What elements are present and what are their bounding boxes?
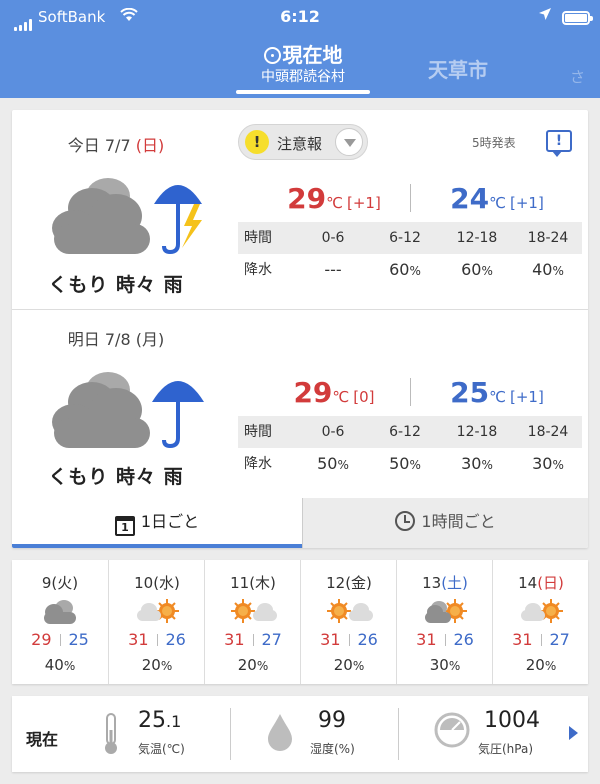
temp-separator — [410, 184, 411, 212]
current-pressure: 1004 気圧(hPa) — [430, 696, 560, 772]
current-location-title: 現在地 — [282, 43, 343, 67]
today-low-temp: 24℃ [+1] — [450, 182, 544, 215]
forecast-card: 今日 7/7 (日) ! 注意報 5時発表 ! くもり 時々 雨 29℃ [+1]… — [12, 110, 588, 548]
list-item[interactable]: 9(火) 29 25 40% — [12, 560, 108, 684]
tomorrow-date: 明日 7/8 (月) — [67, 330, 165, 349]
current-temperature: 25.1 気温(℃) — [96, 696, 228, 772]
advisory-dropdown[interactable]: ! 注意報 — [238, 124, 368, 160]
cloud-sun-icon — [137, 599, 179, 623]
advisory-label: 注意報 — [277, 135, 323, 153]
cloud-umbrella-icon — [52, 372, 204, 449]
current-conditions[interactable]: 現在 25.1 気温(℃) 99 湿度(%) 1004 気圧(hPa) — [12, 696, 588, 772]
tomorrow-high-temp: 29℃ [0] — [293, 376, 375, 409]
sun-cloud-icon — [327, 599, 373, 623]
table-row: 時間 0-6 6-12 12-18 18-24 — [238, 416, 582, 448]
status-bar: SoftBank 6:12 — [0, 0, 600, 36]
today-date: 今日 7/7 (日) — [67, 136, 165, 155]
weekly-forecast: 9(火) 29 25 40% 10(水) 31 26 20% 11(木) 31 27 … — [12, 560, 588, 684]
tomorrow-forecast: 明日 7/8 (月) くもり 時々 雨 29℃ [0] 25℃ [+1] 時間 0-… — [12, 310, 588, 506]
cloud-sun-icon — [425, 599, 467, 623]
list-item[interactable]: 13(土) 31 26 30% — [396, 560, 492, 684]
chevron-down-icon — [335, 128, 363, 156]
cloud-icon — [44, 600, 76, 624]
crosshair-icon — [263, 47, 281, 64]
today-precip-table: 時間 0-6 6-12 12-18 18-24 降水 --- 60% 60% 4… — [238, 222, 582, 286]
active-tab-indicator — [236, 90, 370, 94]
current-humidity: 99 湿度(%) — [262, 696, 394, 772]
list-item[interactable]: 11(木) 31 27 20% — [204, 560, 300, 684]
cloud-rain-thunder-icon — [52, 178, 202, 255]
list-item[interactable]: 12(金) 31 26 20% — [300, 560, 396, 684]
tab-daily[interactable]: 1 1日ごと — [12, 498, 302, 548]
water-drop-icon — [268, 714, 292, 751]
expand-arrow-icon[interactable] — [569, 726, 578, 740]
gauge-icon — [434, 712, 470, 748]
temp-separator — [410, 378, 411, 406]
calendar-icon: 1 — [114, 516, 135, 536]
list-item[interactable]: 14(日) 31 27 20% — [492, 560, 588, 684]
app-header: SoftBank 6:12 現在地 中頭郡読谷村 天草市 さ — [0, 0, 600, 98]
location-arrow-icon — [538, 7, 552, 25]
today-condition: くもり 時々 雨 — [48, 274, 184, 296]
tomorrow-condition: くもり 時々 雨 — [48, 466, 184, 488]
report-bubble-icon[interactable]: ! — [546, 130, 572, 157]
tab-hourly[interactable]: 1時間ごと — [302, 498, 588, 548]
forecast-mode-tabs: 1 1日ごと 1時間ごと — [12, 498, 588, 548]
current-label: 現在 — [26, 730, 59, 749]
tomorrow-low-temp: 25℃ [+1] — [450, 376, 544, 409]
tab-amakusa[interactable]: 天草市 — [428, 54, 488, 83]
current-location-name: 中頭郡読谷村 — [261, 69, 345, 85]
table-row: 時間 0-6 6-12 12-18 18-24 — [238, 222, 582, 254]
table-row: 降水 50% 50% 30% 30% — [244, 454, 564, 473]
status-time: 6:12 — [280, 7, 320, 26]
today-forecast: 今日 7/7 (日) ! 注意報 5時発表 ! くもり 時々 雨 29℃ [+1]… — [12, 110, 588, 306]
table-row: 降水 --- 60% 60% 40% — [244, 260, 564, 279]
clock-icon — [395, 511, 416, 531]
sun-cloud-icon — [231, 599, 277, 623]
tab-next-partial[interactable]: さ — [570, 66, 585, 87]
thermometer-icon — [105, 713, 117, 754]
list-item[interactable]: 10(水) 31 26 20% — [108, 560, 204, 684]
battery-icon — [562, 11, 593, 25]
cloud-sun-icon — [521, 599, 563, 623]
tomorrow-precip-table: 時間 0-6 6-12 12-18 18-24 降水 50% 50% 30% 3… — [238, 416, 582, 480]
today-high-temp: 29℃ [+1] — [287, 182, 381, 215]
warning-icon: ! — [245, 130, 269, 154]
tab-current-location[interactable]: 現在地 中頭郡読谷村 — [236, 42, 370, 92]
issued-time: 5時発表 — [472, 136, 516, 150]
